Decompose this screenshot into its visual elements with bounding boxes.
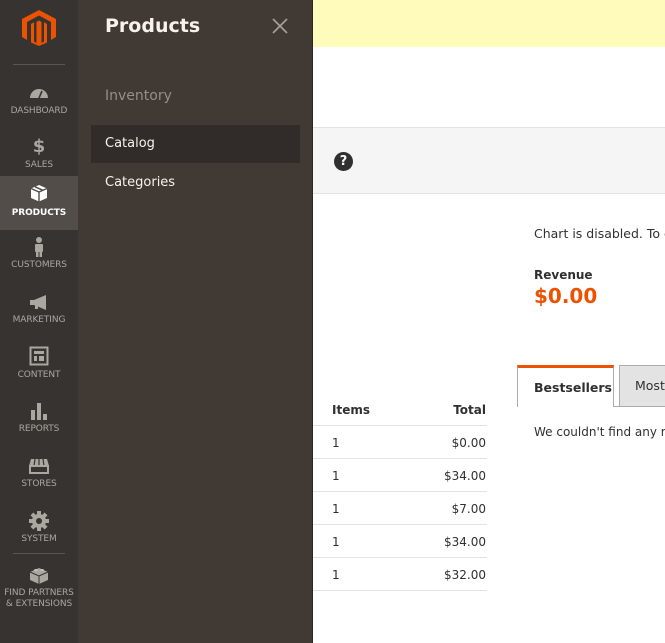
cell-items: 1 — [332, 568, 340, 582]
column-header-total: Total — [453, 403, 486, 417]
table-header: Items Total — [313, 393, 487, 426]
cell-total: $34.00 — [444, 535, 486, 549]
magento-logo[interactable] — [22, 10, 56, 46]
brick-icon — [28, 564, 50, 586]
nav-divider — [13, 553, 65, 554]
submenu-item-catalog[interactable]: Catalog — [91, 125, 300, 163]
nav-item-marketing[interactable]: MARKETING — [0, 285, 78, 339]
tab-most-viewed[interactable]: Most — [619, 365, 665, 407]
nav-item-system[interactable]: SYSTEM — [0, 504, 78, 558]
help-icon[interactable]: ? — [334, 152, 353, 171]
nav-item-reports[interactable]: REPORTS — [0, 394, 78, 448]
nav-label: CUSTOMERS — [11, 260, 67, 270]
dashboard-gauge-icon — [28, 82, 50, 104]
nav-item-customers[interactable]: CUSTOMERS — [0, 230, 78, 284]
cell-items: 1 — [332, 436, 340, 450]
submenu-item-categories[interactable]: Categories — [91, 164, 300, 202]
bar-chart-icon — [28, 400, 50, 422]
table-row[interactable]: 1 $0.00 — [313, 426, 487, 459]
nav-label: MARKETING — [12, 315, 66, 325]
nav-label: DASHBOARD — [10, 106, 68, 116]
cell-items: 1 — [332, 535, 340, 549]
column-header-items: Items — [332, 403, 370, 417]
submenu-title: Products — [105, 15, 201, 37]
submenu-group-inventory: Inventory — [105, 88, 172, 104]
nav-label: SALES — [25, 160, 53, 170]
close-icon[interactable] — [271, 17, 289, 35]
page-actions-bar — [313, 127, 665, 194]
table-row[interactable]: 1 $7.00 — [313, 492, 487, 525]
nav-label-line: FIND PARTNERS — [4, 588, 74, 598]
last-orders-table: Items Total 1 $0.00 1 $34.00 1 $7.00 1 $… — [313, 393, 487, 591]
cell-total: $34.00 — [444, 469, 486, 483]
storefront-icon — [28, 455, 50, 477]
dollar-icon: $ — [32, 136, 46, 157]
chart-disabled-message: Chart is disabled. To en — [534, 226, 665, 241]
cell-total: $7.00 — [451, 502, 486, 516]
nav-label: STORES — [21, 479, 57, 489]
cell-items: 1 — [332, 502, 340, 516]
products-submenu: Products Inventory Catalog Categories — [78, 0, 313, 643]
admin-nav-bar: DASHBOARD $ SALES PRODUCTS CUSTOMERS MAR… — [0, 0, 78, 643]
nav-item-dashboard[interactable]: DASHBOARD — [0, 76, 78, 130]
megaphone-icon — [28, 291, 50, 313]
nav-label: REPORTS — [18, 424, 60, 434]
no-records-message: We couldn't find any reco — [534, 425, 665, 439]
table-row[interactable]: 1 $32.00 — [313, 558, 487, 591]
cell-total: $32.00 — [444, 568, 486, 582]
nav-label: CONTENT — [17, 370, 61, 380]
layout-icon — [28, 346, 50, 368]
table-row[interactable]: 1 $34.00 — [313, 459, 487, 492]
tab-bestsellers[interactable]: Bestsellers — [517, 365, 614, 407]
admin-page: ? Chart is disabled. To en Revenue $0.00… — [0, 0, 665, 643]
nav-item-products[interactable]: PRODUCTS — [0, 176, 78, 230]
nav-label: FIND PARTNERS & EXTENSIONS — [0, 588, 78, 610]
nav-item-content[interactable]: CONTENT — [0, 340, 78, 394]
gear-icon — [28, 510, 50, 532]
nav-item-stores[interactable]: STORES — [0, 449, 78, 503]
nav-label: SYSTEM — [21, 534, 57, 544]
nav-divider — [13, 64, 65, 65]
revenue-label: Revenue — [534, 268, 593, 282]
nav-label-line: & EXTENSIONS — [5, 599, 73, 609]
cell-items: 1 — [332, 469, 340, 483]
person-icon — [28, 236, 50, 258]
table-row[interactable]: 1 $34.00 — [313, 525, 487, 558]
revenue-value: $0.00 — [534, 284, 598, 308]
nav-label: PRODUCTS — [11, 208, 67, 218]
system-notice-bar — [313, 0, 665, 47]
box-icon — [28, 184, 50, 206]
tabs-divider — [614, 406, 665, 407]
cell-total: $0.00 — [451, 436, 486, 450]
nav-item-find-partners[interactable]: FIND PARTNERS & EXTENSIONS — [0, 558, 78, 614]
